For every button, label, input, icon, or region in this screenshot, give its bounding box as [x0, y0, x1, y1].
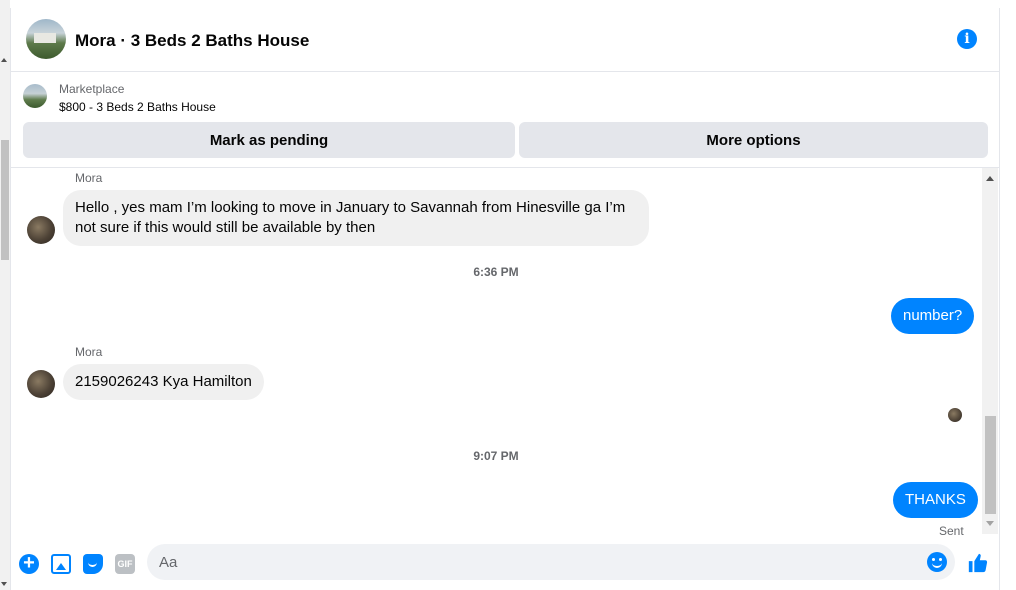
- plus-icon[interactable]: +: [19, 553, 39, 574]
- message-timestamp: 9:07 PM: [473, 449, 519, 463]
- mark-as-pending-button[interactable]: Mark as pending: [23, 122, 515, 158]
- sender-avatar[interactable]: [27, 216, 55, 244]
- message-scrollbar[interactable]: [982, 168, 998, 534]
- page-scroll-down-icon[interactable]: [1, 582, 7, 586]
- photo-icon[interactable]: [51, 554, 71, 574]
- marketplace-listing-panel: Marketplace $800 - 3 Beds 2 Baths House …: [11, 72, 999, 168]
- message-composer: + GIF: [11, 534, 999, 590]
- incoming-message[interactable]: Hello , yes mam I’m looking to move in J…: [63, 190, 649, 246]
- info-icon[interactable]: i: [957, 29, 977, 49]
- read-receipt-avatar: [948, 408, 962, 422]
- message-input[interactable]: [159, 544, 919, 580]
- sender-name: Mora: [75, 171, 103, 185]
- listing-avatar[interactable]: [26, 19, 66, 59]
- outgoing-message[interactable]: number?: [891, 298, 975, 334]
- sticker-icon[interactable]: [83, 554, 103, 574]
- chat-title[interactable]: Mora · 3 Beds 2 Baths House: [75, 31, 309, 51]
- listing-thumbnail[interactable]: [23, 84, 47, 108]
- chat-header: Mora · 3 Beds 2 Baths House i: [11, 8, 999, 72]
- sender-name: Mora: [75, 345, 103, 359]
- page-scroll-thumb[interactable]: [1, 140, 9, 260]
- sender-avatar[interactable]: [27, 370, 55, 398]
- messenger-page: Mora · 3 Beds 2 Baths House i Marketplac…: [0, 0, 1016, 590]
- scroll-down-icon[interactable]: [986, 521, 994, 526]
- page-scroll-up-icon[interactable]: [1, 58, 7, 62]
- listing-title[interactable]: $800 - 3 Beds 2 Baths House: [59, 100, 216, 114]
- message-input-container: [147, 544, 955, 580]
- scroll-up-icon[interactable]: [986, 176, 994, 181]
- gif-icon[interactable]: GIF: [115, 554, 135, 574]
- emoji-icon[interactable]: [927, 552, 947, 572]
- message-scroll-thumb[interactable]: [985, 416, 996, 514]
- incoming-message[interactable]: 2159026243 Kya Hamilton: [63, 364, 264, 400]
- page-scrollbar[interactable]: [0, 0, 10, 590]
- message-timestamp: 6:36 PM: [473, 265, 519, 279]
- like-icon[interactable]: [967, 552, 989, 574]
- chat-window: Mora · 3 Beds 2 Baths House i Marketplac…: [10, 8, 1000, 590]
- message-list: Mora Hello , yes mam I’m looking to move…: [11, 168, 999, 538]
- marketplace-label: Marketplace: [59, 82, 125, 96]
- more-options-button[interactable]: More options: [519, 122, 988, 158]
- outgoing-message[interactable]: THANKS: [893, 482, 978, 518]
